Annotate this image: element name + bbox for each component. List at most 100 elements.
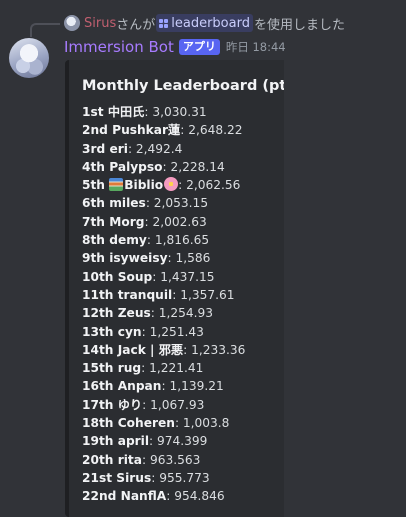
leaderboard-row: 14th Jack | 邪悪: 1,233.36 <box>82 342 246 357</box>
leaderboard-username: demy <box>109 233 147 248</box>
leaderboard-username: rug <box>117 361 142 376</box>
slash-command-chip[interactable]: leaderboard <box>156 14 253 32</box>
leaderboard-points: 2,228.14 <box>170 159 225 174</box>
leaderboard-username: miles <box>109 196 146 211</box>
leaderboard-row: 21st Sirus: 955.773 <box>82 470 210 485</box>
leaderboard-row: 22nd NanflA: 954.846 <box>82 489 225 504</box>
cherry-blossom-emoji-icon <box>164 177 179 192</box>
leaderboard-points: 2,053.15 <box>153 196 209 211</box>
leaderboard-points: 974.399 <box>157 434 208 449</box>
leaderboard-username: april <box>117 434 150 449</box>
leaderboard-rank-name: 7th Morg <box>82 215 144 229</box>
leaderboard-rank-name: 3rd eri <box>82 142 128 156</box>
leaderboard-rank: 11th <box>82 287 114 302</box>
leaderboard-points: 1,586 <box>175 251 211 266</box>
reply-user-avatar[interactable] <box>64 15 80 31</box>
reply-username[interactable]: Sirus <box>84 16 116 31</box>
leaderboard-rank: 4th <box>82 159 105 174</box>
leaderboard-rank-name: 13th cyn <box>82 325 142 339</box>
leaderboard-rank: 18th <box>82 416 114 431</box>
leaderboard-row: 7th Morg: 2,002.63 <box>82 214 207 229</box>
leaderboard-points: 963.563 <box>149 452 201 467</box>
leaderboard-username: rita <box>117 452 142 467</box>
books-emoji-icon <box>109 178 124 192</box>
leaderboard-rank: 8th <box>82 233 105 248</box>
leaderboard-rank-name: 6th miles <box>82 196 146 210</box>
leaderboard-username: NanflA <box>120 489 167 504</box>
leaderboard-username: Soup <box>117 269 153 284</box>
leaderboard-username: cyn <box>117 324 142 339</box>
leaderboard-username: Anpan <box>117 379 162 394</box>
leaderboard-rank-name: 20th rita <box>82 453 142 467</box>
leaderboard-rank-name: 14th Jack | 邪悪 <box>82 343 183 357</box>
leaderboard-username: tranquil <box>117 287 173 302</box>
leaderboard-rank: 22nd <box>82 489 117 504</box>
bot-avatar[interactable] <box>9 38 49 78</box>
interaction-header: Sirus さんが leaderboard を使用しました <box>64 13 345 33</box>
leaderboard-rank-name: 22nd NanflA <box>82 489 166 503</box>
leaderboard-rank: 2nd <box>82 123 108 138</box>
leaderboard-row: 15th rug: 1,221.41 <box>82 361 204 376</box>
leaderboard-points: 955.773 <box>159 470 210 485</box>
leaderboard-rank: 21st <box>82 470 113 485</box>
leaderboard-row: 1st 中田氏: 3,030.31 <box>82 105 207 119</box>
leaderboard-rank-name: 11th tranquil <box>82 288 172 302</box>
message-timestamp[interactable]: 昨日 18:44 <box>226 39 286 55</box>
app-command-icon <box>159 18 169 28</box>
leaderboard-points: 2,002.63 <box>152 214 207 229</box>
leaderboard-rank-name: 4th Palypso <box>82 160 163 174</box>
leaderboard-rank-name: 15th rug <box>82 361 141 375</box>
leaderboard-points: 1,816.65 <box>154 233 210 248</box>
leaderboard-row: 19th april: 974.399 <box>82 434 208 449</box>
leaderboard-points: 1,233.36 <box>191 342 246 357</box>
leaderboard-row: 9th isyweisy: 1,586 <box>82 251 211 266</box>
leaderboard-row: 8th demy: 1,816.65 <box>82 233 210 248</box>
leaderboard-rank-name: 10th Soup <box>82 270 152 284</box>
reply-text-before: さんが <box>116 17 156 33</box>
leaderboard-row: 13th cyn: 1,251.43 <box>82 324 204 339</box>
leaderboard-points: 1,139.21 <box>169 379 224 394</box>
leaderboard-username: Coheren <box>117 416 175 431</box>
leaderboard-rank: 12th <box>82 306 114 321</box>
leaderboard-username: Jack | 邪悪 <box>117 342 184 357</box>
leaderboard-points: 1,221.41 <box>149 361 204 376</box>
app-badge: アプリ <box>178 39 220 55</box>
slash-command-name: leaderboard <box>171 15 250 31</box>
leaderboard-points: 1,003.8 <box>182 416 230 431</box>
leaderboard-rank: 10th <box>82 269 114 284</box>
leaderboard-rank-name: 2nd Pushkar蓮 <box>82 123 180 137</box>
leaderboard-rank: 17th <box>82 397 114 412</box>
leaderboard-points: 2,062.56 <box>186 178 241 193</box>
leaderboard-rank-name: 9th isyweisy <box>82 251 168 265</box>
leaderboard-list: 1st 中田氏: 3,030.31 2nd Pushkar蓮: 2,648.22 3… <box>82 103 272 506</box>
leaderboard-rank: 9th <box>82 251 105 266</box>
message-header: Immersion Bot アプリ 昨日 18:44 <box>64 37 286 57</box>
chat-message: Sirus さんが leaderboard を使用しました Immersion … <box>0 0 406 517</box>
leaderboard-row: 16th Anpan: 1,139.21 <box>82 379 224 394</box>
leaderboard-username: eri <box>109 141 128 156</box>
leaderboard-rank-name: 8th demy <box>82 233 147 247</box>
leaderboard-points: 2,492.4 <box>135 141 183 156</box>
leaderboard-points: 954.846 <box>174 489 225 504</box>
leaderboard-row: 2nd Pushkar蓮: 2,648.22 <box>82 123 243 138</box>
leaderboard-rank-name: 12th Zeus <box>82 306 151 320</box>
leaderboard-points: 3,030.31 <box>152 105 207 119</box>
leaderboard-rank: 15th <box>82 361 114 376</box>
leaderboard-username: Zeus <box>117 306 151 321</box>
leaderboard-row: 4th Palypso: 2,228.14 <box>82 159 225 174</box>
leaderboard-rank: 19th <box>82 434 114 449</box>
embed-title: Monthly Leaderboard (pts) <box>82 78 284 94</box>
leaderboard-rank: 13th <box>82 324 114 339</box>
leaderboard-username: 中田氏 <box>107 105 145 119</box>
leaderboard-rank: 1st <box>82 105 104 119</box>
leaderboard-rank-name: 18th Coheren <box>82 416 175 430</box>
leaderboard-rank: 14th <box>82 342 114 357</box>
leaderboard-points: 2,648.22 <box>188 123 243 138</box>
leaderboard-row: 17th ゆり: 1,067.93 <box>82 397 205 412</box>
leaderboard-rank-name: 21st Sirus <box>82 471 151 485</box>
leaderboard-row: 3rd eri: 2,492.4 <box>82 141 183 156</box>
bot-username[interactable]: Immersion Bot <box>64 38 174 56</box>
leaderboard-rank-name: 1st 中田氏 <box>82 105 144 119</box>
leaderboard-row: 6th miles: 2,053.15 <box>82 196 209 211</box>
reply-text-after: を使用しました <box>253 17 345 33</box>
